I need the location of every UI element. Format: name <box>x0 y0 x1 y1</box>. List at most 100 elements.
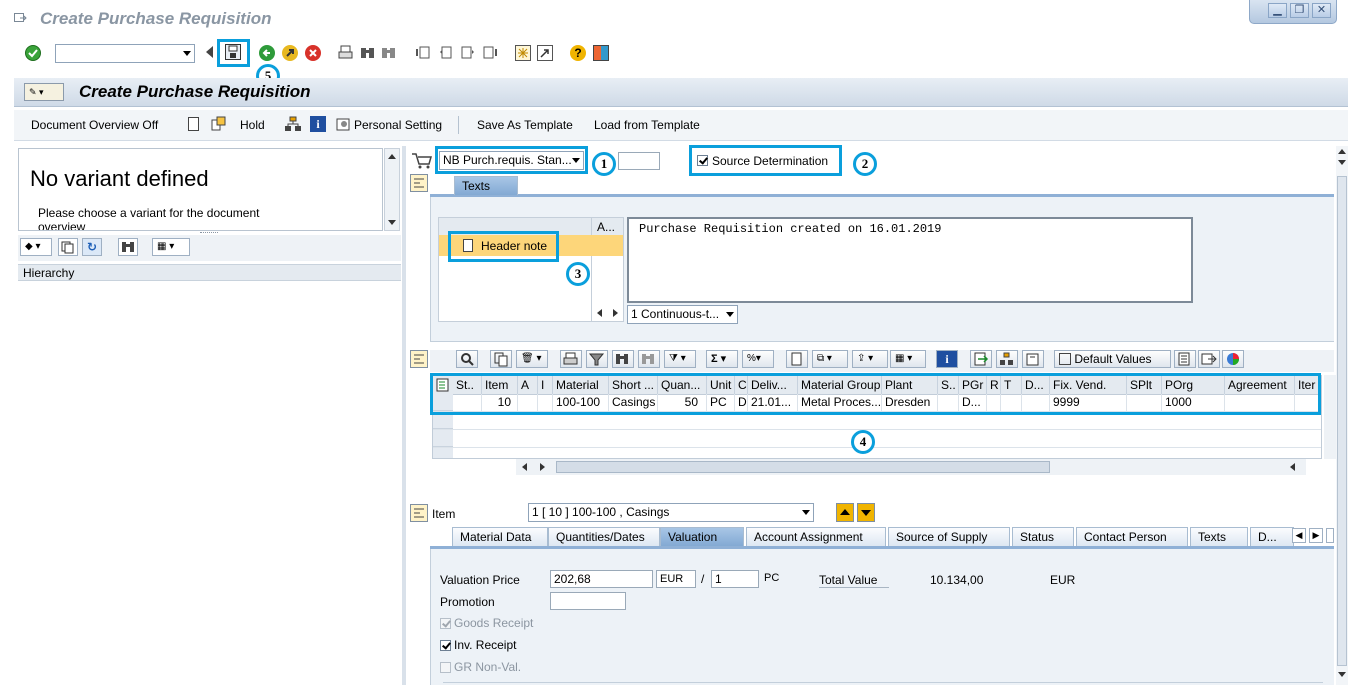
scroll-thumb[interactable] <box>556 461 1050 473</box>
tab-status[interactable]: Status <box>1012 527 1074 546</box>
document-number-input[interactable] <box>618 152 660 170</box>
header-collapse-icon[interactable] <box>410 174 428 192</box>
previous-page-icon[interactable] <box>438 45 454 61</box>
empty-row[interactable] <box>433 448 1321 458</box>
color-legend-icon[interactable] <box>1222 350 1244 368</box>
next-item-icon[interactable] <box>857 503 875 522</box>
grid-vertical-scrollbar[interactable] <box>1324 375 1336 459</box>
main-scroll-thumb[interactable] <box>1337 176 1347 666</box>
print-preview-icon[interactable] <box>786 350 808 368</box>
tab-source-of-supply[interactable]: Source of Supply <box>888 527 1010 546</box>
grid-horizontal-scrollbar[interactable] <box>516 459 1306 475</box>
sum-icon[interactable]: Σ ▾ <box>706 350 738 368</box>
scroll-left-end-icon[interactable] <box>1290 463 1295 471</box>
find-next-list-icon[interactable] <box>638 350 660 368</box>
tab-quantities-dates[interactable]: Quantities/Dates <box>548 527 660 546</box>
minimize-icon[interactable]: ▁ <box>1268 3 1287 18</box>
list-transfer-icon[interactable] <box>1198 350 1220 368</box>
scroll-right-icon[interactable] <box>540 463 545 471</box>
export-icon[interactable]: ⇪ ▾ <box>852 350 888 368</box>
command-field[interactable] <box>55 44 195 63</box>
scroll-up-icon[interactable] <box>388 154 396 159</box>
layout-list-icon[interactable]: ▦ ▾ <box>890 350 926 368</box>
row-selector[interactable] <box>433 430 453 447</box>
list-doc-icon[interactable] <box>1174 350 1196 368</box>
layout-icon[interactable]: ▦ ▾ <box>152 238 190 256</box>
tab-list-icon[interactable] <box>1326 528 1334 543</box>
personal-setting-icon[interactable] <box>336 116 352 132</box>
views-icon[interactable]: ⧉ ▾ <box>812 350 848 368</box>
customize-layout-icon[interactable] <box>593 45 609 61</box>
price-unit-input[interactable]: 1 <box>711 570 759 588</box>
window-menu-icon[interactable] <box>14 13 27 24</box>
print-icon[interactable] <box>338 45 354 61</box>
filter-list-icon[interactable] <box>586 350 608 368</box>
item-collapse-icon[interactable] <box>410 504 428 522</box>
find-list-icon[interactable] <box>612 350 634 368</box>
tab-scroll-left-icon[interactable]: ◀ <box>1292 528 1306 543</box>
previous-item-icon[interactable] <box>836 503 854 522</box>
screen-menu-icon[interactable]: ✎ ▾ <box>24 83 64 101</box>
new-document-icon[interactable] <box>188 117 199 131</box>
release-icon[interactable] <box>1022 350 1044 368</box>
transfer-icon[interactable] <box>970 350 992 368</box>
tab-contact-person[interactable]: Contact Person <box>1076 527 1188 546</box>
items-collapse-icon[interactable] <box>410 350 428 368</box>
tab-texts[interactable]: Texts <box>454 176 518 195</box>
copy-line-icon[interactable] <box>490 350 512 368</box>
note-text-area[interactable]: Purchase Requisition created on 16.01.20… <box>627 217 1193 303</box>
text-list-right-icon[interactable] <box>613 309 618 317</box>
tab-valuation[interactable]: Valuation <box>660 527 744 546</box>
next-page-icon[interactable] <box>460 45 476 61</box>
scroll-left-icon[interactable] <box>522 463 527 471</box>
refresh-icon[interactable]: ↻ <box>82 238 102 256</box>
details-icon[interactable] <box>456 350 478 368</box>
back-icon[interactable] <box>259 45 275 61</box>
org-structure-icon[interactable] <box>285 116 301 132</box>
load-from-template-button[interactable]: Load from Template <box>594 118 700 132</box>
panel-divider[interactable] <box>402 146 406 685</box>
currency-input[interactable]: EUR <box>656 570 696 588</box>
valuation-price-input[interactable]: 202,68 <box>550 570 653 588</box>
shortcut-icon[interactable] <box>537 45 553 61</box>
document-overview-off-button[interactable]: Document Overview Off <box>31 118 158 132</box>
cancel-icon[interactable] <box>305 45 321 61</box>
item-selector[interactable]: 1 [ 10 ] 100-100 , Casings <box>528 503 814 522</box>
text-format-select[interactable]: 1 Continuous-t... <box>627 305 738 324</box>
filter-icon[interactable]: ⧩ ▾ <box>664 350 696 368</box>
tab-texts[interactable]: Texts <box>1190 527 1248 546</box>
tab-material-data[interactable]: Material Data <box>452 527 548 546</box>
tab-more[interactable]: D... <box>1250 527 1294 546</box>
delete-icon[interactable]: 🗑 ▾ <box>516 350 548 368</box>
hold-button[interactable]: Hold <box>240 118 265 132</box>
row-selector[interactable] <box>433 448 453 458</box>
main-scroll-end-icon[interactable] <box>1338 672 1346 677</box>
main-scroll-down-icon[interactable] <box>1338 160 1346 165</box>
text-list-left-icon[interactable] <box>597 309 602 317</box>
first-page-icon[interactable] <box>416 45 432 61</box>
search-icon[interactable] <box>118 238 138 256</box>
info-icon[interactable]: i <box>310 116 326 132</box>
collapse-arrow-icon[interactable] <box>206 46 213 58</box>
copy-icon[interactable] <box>58 238 78 256</box>
copy-document-icon[interactable] <box>211 116 227 132</box>
account-icon[interactable] <box>996 350 1018 368</box>
main-scroll-up-icon[interactable] <box>1338 149 1346 154</box>
enter-check-icon[interactable] <box>25 45 41 61</box>
find-icon[interactable] <box>360 45 376 61</box>
tab-scroll-right-icon[interactable]: ▶ <box>1309 528 1323 543</box>
last-page-icon[interactable] <box>482 45 498 61</box>
scroll-down-icon[interactable] <box>388 220 396 225</box>
expand-icon[interactable]: ◆ ▾ <box>20 238 52 256</box>
personal-setting-button[interactable]: Personal Setting <box>354 118 442 132</box>
inv-receipt-checkbox[interactable] <box>440 640 451 651</box>
find-next-icon[interactable] <box>381 45 397 61</box>
default-values-button[interactable]: Default Values <box>1054 350 1171 368</box>
subtotal-icon[interactable]: %▾ <box>742 350 774 368</box>
save-as-template-button[interactable]: Save As Template <box>477 118 573 132</box>
restore-icon[interactable]: ❐ <box>1290 3 1309 18</box>
help-icon[interactable]: ? <box>570 45 586 61</box>
create-session-icon[interactable] <box>515 45 531 61</box>
close-icon[interactable]: ✕ <box>1312 3 1331 18</box>
empty-row[interactable] <box>433 430 1321 448</box>
